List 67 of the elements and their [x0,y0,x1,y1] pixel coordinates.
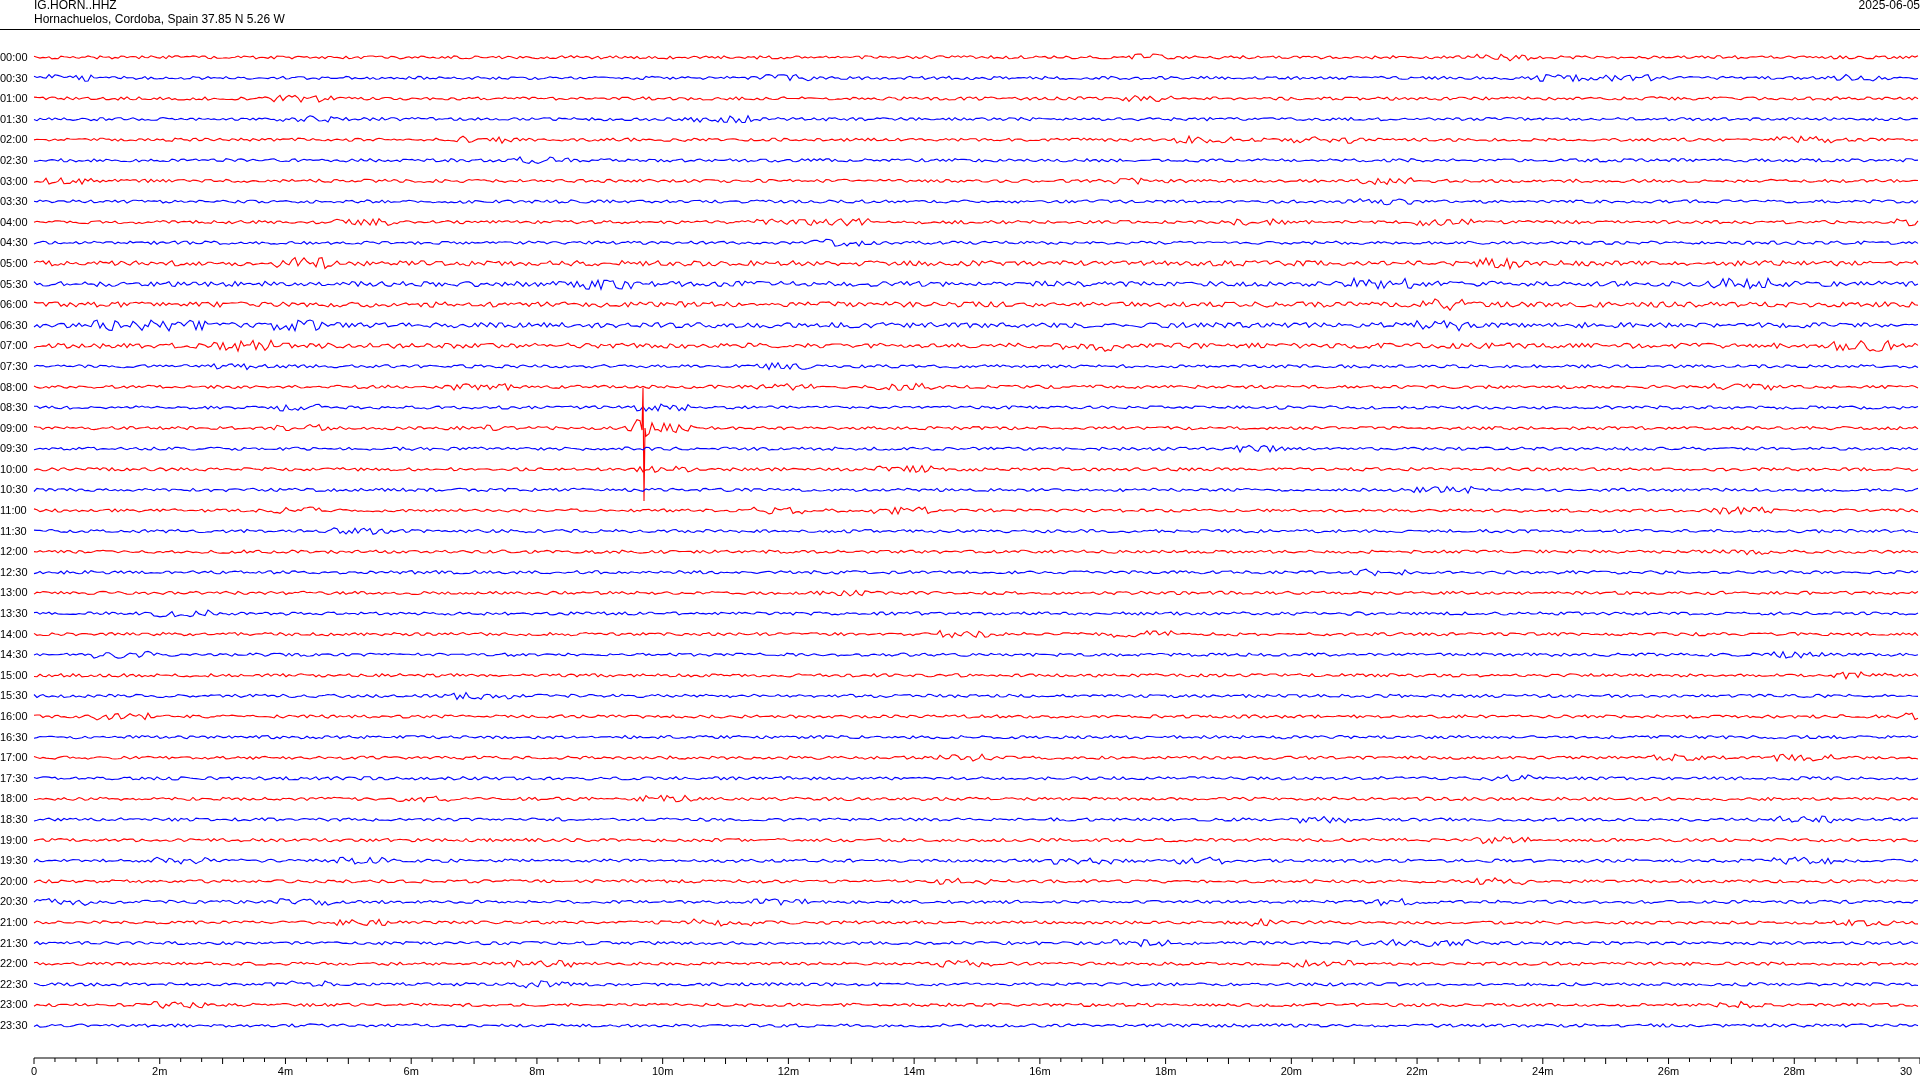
axis-label: 6m [403,1064,419,1077]
time-label: 21:00 [0,914,29,930]
axis-label: 12m [777,1064,800,1077]
time-label: 23:30 [0,1017,29,1033]
time-label: 15:30 [0,688,29,704]
time-label: 16:00 [0,709,29,724]
time-label: 11:00 [0,503,28,519]
time-label: 01:30 [0,111,29,127]
time-label: 04:30 [0,235,29,251]
axis-label: 28m [1783,1064,1805,1077]
time-label: 21:30 [0,935,29,951]
axis-label: 22m [1406,1064,1428,1077]
time-label: 02:30 [0,152,29,168]
time-label: 20:00 [0,873,29,889]
time-label: 12:00 [0,544,29,560]
time-label: 00:00 [0,50,29,65]
time-label: 10:00 [0,461,29,477]
time-label: 18:00 [0,791,29,807]
time-label: 06:30 [0,317,29,333]
date-label: 2025-06-05 [1858,0,1920,14]
time-label: 07:00 [0,338,29,354]
time-label: 17:30 [0,770,29,786]
axis-label: 24m [1532,1064,1554,1077]
time-label: 19:30 [0,853,29,869]
time-label: 04:00 [0,214,29,230]
time-label: 09:30 [0,441,29,457]
axis-label: 26m [1657,1064,1680,1077]
axis-label: 18m [1154,1064,1177,1077]
time-label: 05:00 [0,255,29,271]
time-label: 22:00 [0,956,29,972]
time-label: 23:00 [0,997,29,1013]
axis-label: 0 [30,1064,38,1077]
time-label: 17:00 [0,750,29,766]
time-label: 08:30 [0,400,29,416]
time-label: 09:00 [0,420,29,436]
time-label: 05:30 [0,276,29,292]
time-label: 13:00 [0,585,29,601]
time-label: 03:00 [0,173,29,189]
axis-label: 30 [1900,1064,1913,1077]
time-label: 02:00 [0,132,29,148]
time-label: 15:00 [0,667,29,683]
time-label: 08:00 [0,379,29,395]
time-label: 14:30 [0,647,29,663]
axis-label: 16m [1029,1064,1051,1077]
axis-label: 8m [529,1064,545,1077]
axis-label: 2m [152,1064,168,1077]
station-location: Hornachuelos, Cordoba, Spain 37.85 N 5.26 W [34,12,285,26]
time-label: 19:00 [0,832,29,848]
time-label: 03:30 [0,194,29,210]
time-label: 13:30 [0,606,29,622]
time-label: 12:30 [0,564,29,580]
axis-label: 4m [277,1064,294,1077]
time-label: 07:30 [0,358,29,374]
time-label: 18:30 [0,811,29,827]
time-label: 10:30 [0,482,29,498]
time-label: 16:30 [0,729,29,745]
time-label: 20:30 [0,894,29,910]
time-label: 01:00 [0,91,29,107]
axis-label: 20m [1280,1064,1303,1077]
time-label: 00:30 [0,70,29,86]
time-label: 14:00 [0,626,29,642]
time-label: 06:00 [0,297,29,313]
time-label: 22:30 [0,976,29,992]
axis-label: 14m [903,1064,925,1077]
axis-label: 10m [651,1064,674,1077]
station-code: IG.HORN..HHZ [34,0,118,12]
time-label: 11:30 [0,523,28,539]
